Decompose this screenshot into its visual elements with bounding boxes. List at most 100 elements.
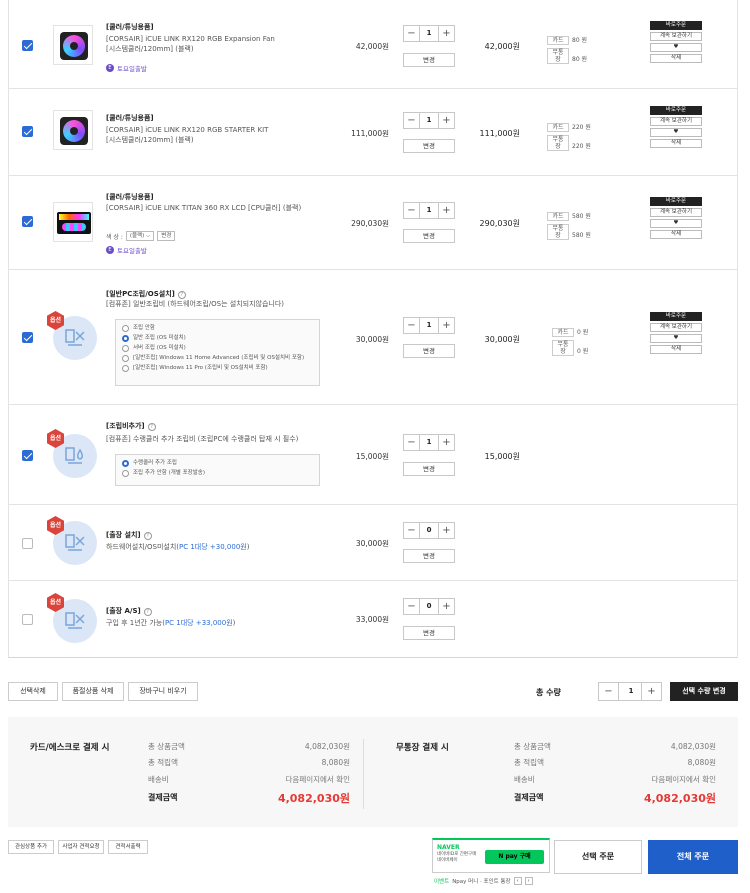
radio-button[interactable]	[122, 469, 129, 477]
wishlist-heart-button[interactable]: ♥	[650, 43, 702, 52]
product-name[interactable]: [CORSAIR] iCUE LINK RX120 RGB Expansion …	[106, 34, 316, 54]
plus-button[interactable]: +	[641, 683, 661, 700]
quantity-stepper[interactable]: −0 +	[403, 598, 455, 615]
quantity-stepper[interactable]: −1 +	[403, 317, 455, 334]
plus-button[interactable]: +	[438, 26, 454, 41]
delete-soldout-button[interactable]: 품절상품 삭제	[62, 682, 124, 701]
radio-option[interactable]: [일반조립] Windows 11 Pro (조립비 및 OS설치비 포함)	[122, 363, 313, 373]
minus-button[interactable]: −	[599, 683, 619, 700]
change-quantity-button[interactable]: 변경	[403, 53, 455, 67]
help-icon[interactable]: ?	[143, 532, 152, 540]
item-checkbox[interactable]	[22, 332, 33, 343]
quantity-stepper[interactable]: −1 +	[403, 202, 455, 219]
radio-option[interactable]: 수랭쿨러 추가 조립	[122, 458, 313, 468]
change-quantity-button[interactable]: 변경	[403, 229, 455, 243]
product-name[interactable]: [CORSAIR] iCUE LINK TITAN 360 RX LCD [CP…	[106, 203, 316, 213]
quantity-value[interactable]: 0	[420, 599, 438, 614]
change-quantity-button[interactable]: 변경	[403, 139, 455, 153]
keep-button[interactable]: 계속 보관하기	[650, 208, 702, 217]
item-checkbox[interactable]	[22, 126, 33, 137]
prev-arrow-icon[interactable]: ‹	[513, 877, 522, 885]
order-selected-button[interactable]: 선택 주문	[554, 840, 642, 874]
plus-button[interactable]: +	[438, 113, 454, 128]
quantity-stepper[interactable]: −1 +	[403, 112, 455, 129]
buy-now-button[interactable]: 바로주문	[650, 197, 702, 206]
radio-button[interactable]	[122, 334, 129, 342]
color-dropdown[interactable]: (블랙) ⌵	[125, 231, 155, 241]
quantity-value[interactable]: 1	[619, 683, 643, 700]
radio-option[interactable]: 일반 조립 (OS 미설치)	[122, 333, 313, 343]
print-quote-button[interactable]: 견적서출력	[108, 840, 148, 854]
change-quantity-button[interactable]: 변경	[403, 462, 455, 476]
plus-button[interactable]: +	[438, 599, 454, 614]
buy-now-button[interactable]: 바로주문	[650, 21, 702, 30]
wishlist-heart-button[interactable]: ♥	[650, 219, 702, 228]
quantity-value[interactable]: 0	[420, 523, 438, 538]
quantity-value[interactable]: 1	[420, 26, 438, 41]
keep-button[interactable]: 계속 보관하기	[650, 117, 702, 126]
product-name[interactable]: [CORSAIR] iCUE LINK RX120 RGB STARTER KI…	[106, 125, 316, 145]
delete-selected-button[interactable]: 선택삭제	[8, 682, 58, 701]
item-checkbox[interactable]	[22, 40, 33, 51]
wishlist-heart-button[interactable]: ♥	[650, 334, 702, 343]
option-change-button[interactable]: 변경	[157, 231, 176, 241]
add-wishlist-button[interactable]: 관심상품 추가	[8, 840, 54, 854]
item-checkbox[interactable]	[22, 538, 33, 549]
product-name[interactable]: [컴퓨존] 수랭쿨러 추가 조립비 (조립PC에 수랭쿨러 탑재 시 필수)	[106, 434, 366, 444]
minus-button[interactable]: −	[404, 318, 420, 333]
minus-button[interactable]: −	[404, 203, 420, 218]
minus-button[interactable]: −	[404, 599, 420, 614]
business-quote-button[interactable]: 사업자 견적요청	[58, 840, 104, 854]
radio-option[interactable]: 조립 안함	[122, 323, 313, 333]
wishlist-heart-button[interactable]: ♥	[650, 128, 702, 137]
radio-option[interactable]: 조립 추가 안함 (개별 포장발송)	[122, 468, 313, 478]
item-checkbox[interactable]	[22, 216, 33, 227]
radio-button[interactable]	[122, 344, 129, 352]
minus-button[interactable]: −	[404, 523, 420, 538]
quantity-value[interactable]: 1	[420, 113, 438, 128]
radio-button[interactable]	[122, 324, 129, 332]
change-quantity-button[interactable]: 변경	[403, 549, 455, 563]
quantity-value[interactable]: 1	[420, 435, 438, 450]
radio-option[interactable]: [일반조립] Windows 11 Home Advanced (조립비 및 O…	[122, 353, 313, 363]
minus-button[interactable]: −	[404, 113, 420, 128]
naver-pay-button[interactable]: N pay 구매	[485, 850, 544, 864]
minus-button[interactable]: −	[404, 435, 420, 450]
product-image[interactable]	[53, 110, 93, 150]
order-all-button[interactable]: 전체 주문	[648, 840, 738, 874]
change-selected-qty-button[interactable]: 선택 수량 변경	[670, 682, 738, 701]
plus-button[interactable]: +	[438, 203, 454, 218]
empty-cart-button[interactable]: 장바구니 비우기	[128, 682, 198, 701]
buy-now-button[interactable]: 바로주문	[650, 106, 702, 115]
product-name[interactable]: [컴퓨존] 일반조립비 (하드웨어조립/OS는 설치되지않습니다)	[106, 299, 366, 309]
item-checkbox[interactable]	[22, 614, 33, 625]
radio-button[interactable]	[122, 459, 129, 467]
delete-button[interactable]: 삭제	[650, 345, 702, 354]
keep-button[interactable]: 계속 보관하기	[650, 32, 702, 41]
buy-now-button[interactable]: 바로주문	[650, 312, 702, 321]
change-quantity-button[interactable]: 변경	[403, 626, 455, 640]
help-icon[interactable]: ?	[177, 291, 186, 299]
keep-button[interactable]: 계속 보관하기	[650, 323, 702, 332]
quantity-stepper[interactable]: −0 +	[403, 522, 455, 539]
item-checkbox[interactable]	[22, 450, 33, 461]
quantity-value[interactable]: 1	[420, 318, 438, 333]
minus-button[interactable]: −	[404, 26, 420, 41]
radio-button[interactable]	[122, 364, 129, 372]
product-image[interactable]	[53, 202, 93, 242]
quantity-stepper[interactable]: −1 +	[403, 434, 455, 451]
delete-button[interactable]: 삭제	[650, 54, 702, 63]
radio-option[interactable]: 서버 조립 (OS 미설치)	[122, 343, 313, 353]
change-quantity-button[interactable]: 변경	[403, 344, 455, 358]
delete-button[interactable]: 삭제	[650, 230, 702, 239]
delete-button[interactable]: 삭제	[650, 139, 702, 148]
plus-button[interactable]: +	[438, 435, 454, 450]
radio-button[interactable]	[122, 354, 129, 362]
total-quantity-stepper[interactable]: −1 +	[598, 682, 662, 701]
help-icon[interactable]: ?	[147, 423, 156, 431]
plus-button[interactable]: +	[438, 523, 454, 538]
product-image[interactable]	[53, 25, 93, 65]
quantity-stepper[interactable]: −1 +	[403, 25, 455, 42]
next-arrow-icon[interactable]: ›	[524, 877, 533, 885]
help-icon[interactable]: ?	[143, 608, 152, 616]
